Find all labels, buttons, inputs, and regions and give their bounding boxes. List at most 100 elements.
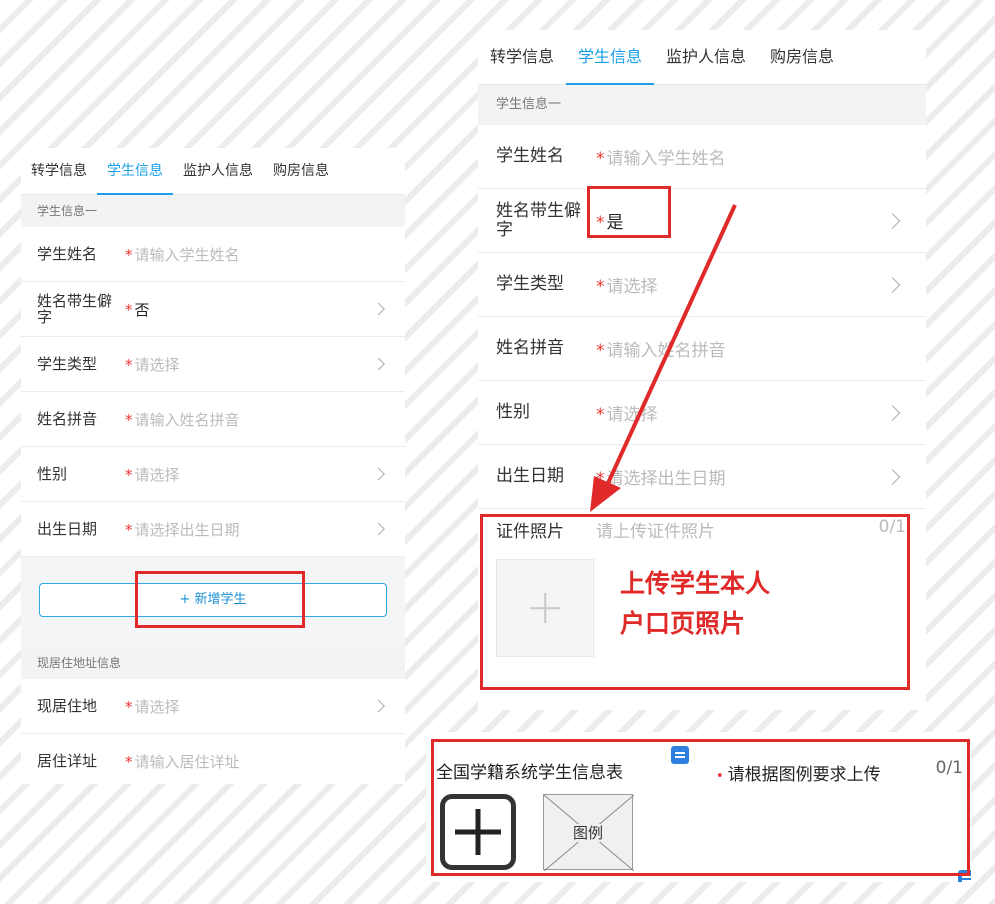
- field-residence-detail[interactable]: 居住详址 * 请输入居住详址: [21, 734, 405, 784]
- upload-title: 全国学籍系统学生信息表: [436, 763, 623, 783]
- field-label: 现居住地: [37, 696, 98, 715]
- placeholder-text: 请输入学生姓名: [606, 149, 726, 169]
- field-rare-char[interactable]: 姓名带生僻字 * 否: [21, 282, 405, 337]
- name-pinyin-input[interactable]: * 请输入姓名拼音: [596, 336, 926, 361]
- field-label: 居住详址: [37, 751, 98, 770]
- upload-requirement: • 请根据图例要求上传: [716, 760, 881, 785]
- upload-count: 0/1: [935, 758, 963, 778]
- field-label: 姓名拼音: [496, 338, 564, 359]
- tab-guardian-info[interactable]: 监护人信息: [654, 30, 758, 84]
- placeholder-text: 请选择: [606, 277, 658, 297]
- field-label: 学生姓名: [496, 146, 564, 167]
- placeholder-text: 请选择出生日期: [606, 469, 726, 489]
- selected-value: 是: [606, 213, 624, 233]
- rare-char-select[interactable]: * 是: [596, 208, 926, 233]
- required-star: *: [125, 410, 133, 429]
- note-icon[interactable]: [671, 746, 689, 764]
- required-star: *: [125, 752, 133, 771]
- birth-date-picker[interactable]: * 请选择出生日期: [125, 519, 405, 540]
- field-name-pinyin[interactable]: 姓名拼音 * 请输入姓名拼音: [21, 392, 405, 447]
- upload-hint: 请上传证件照片: [596, 522, 715, 542]
- tab-guardian-info[interactable]: 监护人信息: [173, 148, 263, 194]
- annotation-text: 上传学生本人 户口页照片: [620, 564, 770, 644]
- field-rare-char[interactable]: 姓名带生僻字 * 是: [478, 189, 926, 253]
- required-star: *: [596, 277, 605, 297]
- tab-bar: 转学信息 学生信息 监护人信息 购房信息: [21, 148, 405, 195]
- add-student-area: + 新增学生: [21, 557, 405, 647]
- placeholder-text: 请选择出生日期: [134, 520, 240, 539]
- add-student-button[interactable]: + 新增学生: [39, 583, 387, 617]
- gender-select[interactable]: * 请选择: [125, 464, 405, 485]
- placeholder-text: 请选择: [606, 405, 658, 425]
- note-icon[interactable]: [958, 870, 971, 882]
- field-gender[interactable]: 性别 * 请选择: [478, 381, 926, 445]
- upload-panel: 全国学籍系统学生信息表 • 请根据图例要求上传 0/1 图例: [426, 732, 971, 882]
- residence-select[interactable]: * 请选择: [125, 696, 405, 717]
- residence-detail-input[interactable]: * 请输入居住详址: [125, 751, 405, 772]
- student-type-select[interactable]: * 请选择: [596, 272, 926, 297]
- field-student-type[interactable]: 学生类型 * 请选择: [478, 253, 926, 317]
- required-star: *: [596, 213, 605, 233]
- annotation-line: 上传学生本人: [620, 569, 771, 598]
- field-label: 姓名拼音: [37, 409, 98, 428]
- student-name-input[interactable]: * 请输入学生姓名: [125, 244, 405, 265]
- required-star: *: [125, 697, 133, 716]
- field-gender[interactable]: 性别 * 请选择: [21, 447, 405, 502]
- gender-select[interactable]: * 请选择: [596, 400, 926, 425]
- section-header-student: 学生信息一: [478, 85, 926, 125]
- field-label: 证件照片: [496, 522, 564, 542]
- field-birth-date[interactable]: 出生日期 * 请选择出生日期: [21, 502, 405, 557]
- required-star: *: [125, 465, 133, 484]
- required-star: *: [125, 245, 133, 264]
- field-label: 性别: [496, 402, 530, 423]
- student-name-input[interactable]: * 请输入学生姓名: [596, 144, 926, 169]
- field-current-residence[interactable]: 现居住地 * 请选择: [21, 679, 405, 734]
- placeholder-text: 请选择: [134, 465, 180, 484]
- field-label: 姓名带生僻字: [37, 291, 113, 326]
- upload-plus-button[interactable]: [496, 559, 594, 657]
- tab-transfer-info[interactable]: 转学信息: [21, 148, 97, 194]
- field-birth-date[interactable]: 出生日期 * 请选择出生日期: [478, 445, 926, 509]
- required-star: *: [125, 300, 133, 319]
- example-label: 图例: [570, 824, 605, 842]
- field-label: 学生类型: [37, 354, 98, 373]
- rare-char-select[interactable]: * 否: [125, 299, 405, 320]
- tab-transfer-info[interactable]: 转学信息: [478, 30, 566, 84]
- placeholder-text: 请输入姓名拼音: [134, 410, 240, 429]
- name-pinyin-input[interactable]: * 请输入姓名拼音: [125, 409, 405, 430]
- placeholder-text: 请输入学生姓名: [134, 245, 240, 264]
- birth-date-picker[interactable]: * 请选择出生日期: [596, 464, 926, 489]
- field-student-name[interactable]: 学生姓名 * 请输入学生姓名: [478, 125, 926, 189]
- field-label: 出生日期: [496, 466, 564, 487]
- required-star: *: [596, 469, 605, 489]
- section-header-student: 学生信息一: [21, 195, 405, 227]
- field-label: 学生姓名: [37, 244, 98, 263]
- required-star: *: [125, 355, 133, 374]
- student-type-select[interactable]: * 请选择: [125, 354, 405, 375]
- field-student-type[interactable]: 学生类型 * 请选择: [21, 337, 405, 392]
- placeholder-text: 请选择: [134, 697, 180, 716]
- field-name-pinyin[interactable]: 姓名拼音 * 请输入姓名拼音: [478, 317, 926, 381]
- upload-count: 0/1: [878, 517, 906, 537]
- tab-house-info[interactable]: 购房信息: [758, 30, 846, 84]
- example-image[interactable]: 图例: [543, 794, 634, 871]
- required-star: •: [716, 769, 724, 784]
- placeholder-text: 请选择: [134, 355, 180, 374]
- required-star: *: [596, 405, 605, 425]
- tab-student-info[interactable]: 学生信息: [97, 148, 173, 195]
- selected-value: 否: [134, 300, 150, 319]
- requirement-text: 请根据图例要求上传: [727, 765, 881, 785]
- field-label: 出生日期: [37, 519, 98, 538]
- annotation-line: 户口页照片: [620, 609, 746, 638]
- field-student-name[interactable]: 学生姓名 * 请输入学生姓名: [21, 227, 405, 282]
- tab-house-info[interactable]: 购房信息: [263, 148, 339, 194]
- tab-bar: 转学信息 学生信息 监护人信息 购房信息: [478, 30, 926, 85]
- required-star: *: [596, 149, 605, 169]
- field-label: 学生类型: [496, 274, 564, 295]
- upload-plus-button[interactable]: [440, 794, 516, 870]
- placeholder-text: 请输入居住详址: [134, 752, 240, 771]
- field-label: 姓名带生僻字: [496, 200, 581, 240]
- left-form-panel: 转学信息 学生信息 监护人信息 购房信息 学生信息一 学生姓名 * 请输入学生姓名…: [21, 148, 405, 784]
- section-header-address: 现居住地址信息: [21, 647, 405, 679]
- tab-student-info[interactable]: 学生信息: [566, 30, 655, 85]
